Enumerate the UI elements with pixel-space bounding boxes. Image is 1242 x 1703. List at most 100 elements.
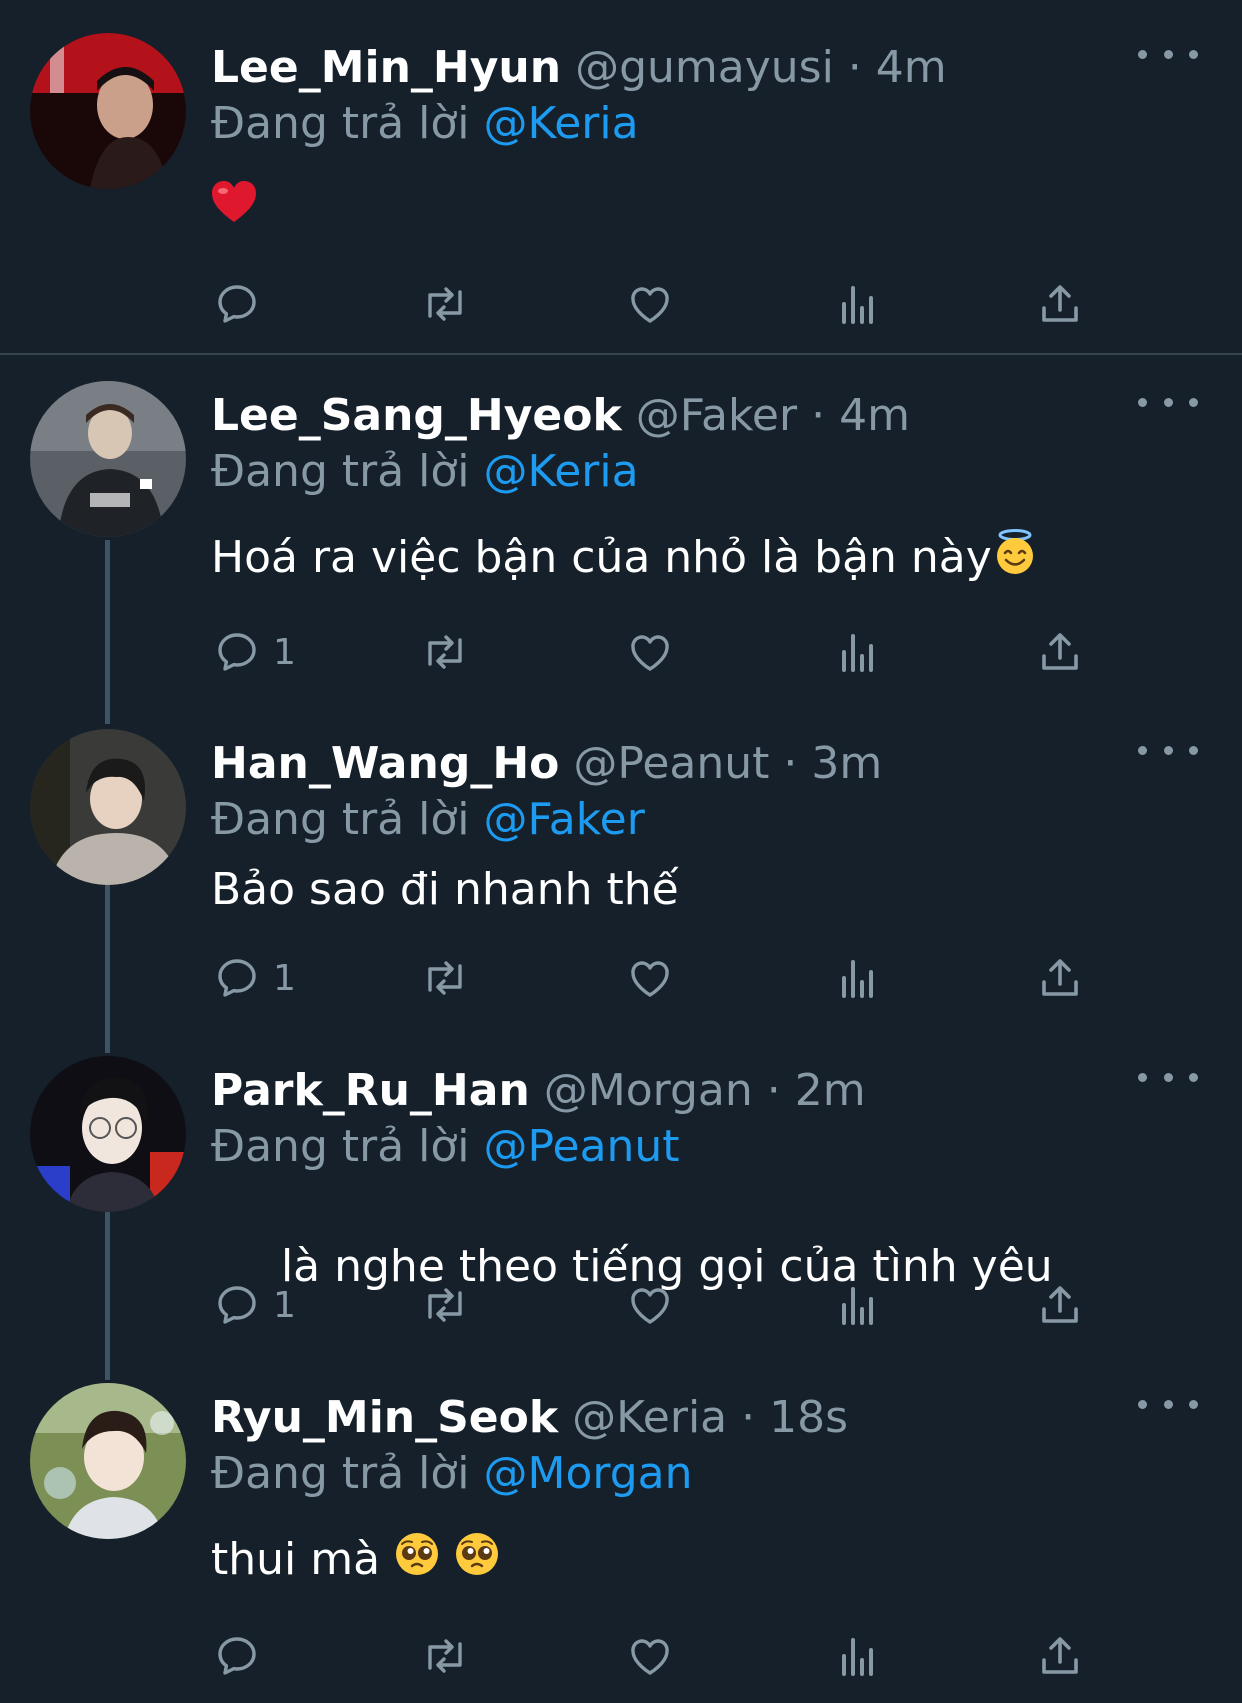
- tweet-header: Ryu_Min_Seok @Keria · 18s: [211, 1392, 849, 1443]
- share-icon: [1042, 959, 1078, 996]
- timestamp[interactable]: 4m: [839, 390, 910, 441]
- tweet-actions: 1: [0, 948, 1242, 1008]
- like-button[interactable]: [626, 1626, 674, 1686]
- reply-button[interactable]: 1: [213, 1275, 296, 1335]
- display-name[interactable]: Lee_Min_Hyun: [211, 42, 561, 93]
- views-icon: [842, 1287, 873, 1325]
- reply-context: Đang trả lời @Keria: [211, 98, 639, 149]
- share-button[interactable]: [1036, 274, 1084, 334]
- user-handle[interactable]: @Faker: [636, 390, 797, 441]
- views-icon: [842, 960, 873, 998]
- retweet-button[interactable]: [418, 1275, 472, 1335]
- avatar[interactable]: [30, 729, 186, 885]
- more-icon[interactable]: [1138, 34, 1198, 74]
- timestamp[interactable]: 3m: [811, 738, 882, 789]
- like-icon: [631, 287, 669, 323]
- reply-button[interactable]: [213, 1626, 273, 1686]
- user-handle[interactable]: @Peanut: [573, 738, 769, 789]
- pleading-face-icon: [394, 1531, 440, 1593]
- reply-button[interactable]: 1: [213, 948, 296, 1008]
- more-icon[interactable]: [1138, 382, 1198, 422]
- avatar[interactable]: [30, 381, 186, 537]
- display-name[interactable]: Han_Wang_Ho: [211, 738, 559, 789]
- reply-context: Đang trả lời @Peanut: [211, 1121, 680, 1172]
- like-icon: [631, 1639, 669, 1675]
- like-icon: [631, 961, 669, 997]
- tweet-actions: 1: [0, 1275, 1242, 1335]
- retweet-icon: [428, 635, 462, 669]
- share-icon: [1042, 1286, 1078, 1323]
- avatar[interactable]: [30, 33, 186, 189]
- display-name[interactable]: Park_Ru_Han: [211, 1065, 530, 1116]
- retweet-icon: [428, 287, 462, 321]
- reply-context: Đang trả lời @Keria: [211, 446, 639, 497]
- tweet-header: Lee_Min_Hyun @gumayusi · 4m: [211, 42, 947, 93]
- like-icon: [631, 1288, 669, 1324]
- share-icon: [1042, 1637, 1078, 1674]
- share-icon: [1042, 285, 1078, 322]
- tweet-text: Hoá ra việc bận của nhỏ là bận này: [211, 528, 1038, 591]
- timestamp[interactable]: 2m: [795, 1065, 866, 1116]
- views-icon: [842, 1638, 873, 1676]
- avatar[interactable]: [30, 1056, 186, 1212]
- comment-icon: [218, 633, 256, 671]
- retweet-icon: [428, 961, 462, 995]
- like-button[interactable]: [626, 274, 674, 334]
- smiling-face-with-halo-icon: [992, 529, 1038, 591]
- views-button[interactable]: [834, 622, 882, 682]
- display-name[interactable]: Lee_Sang_Hyeok: [211, 390, 622, 441]
- share-icon: [1042, 633, 1078, 670]
- tweet-text: thui mà: [211, 1530, 500, 1593]
- display-name[interactable]: Ryu_Min_Seok: [211, 1392, 558, 1443]
- mention-link[interactable]: @Keria: [484, 98, 639, 149]
- views-button[interactable]: [834, 274, 882, 334]
- share-button[interactable]: [1036, 1626, 1084, 1686]
- tweet-actions: [0, 274, 1242, 334]
- share-button[interactable]: [1036, 622, 1084, 682]
- tweet-header: Lee_Sang_Hyeok @Faker · 4m: [211, 390, 910, 441]
- reply-context: Đang trả lời @Morgan: [211, 1448, 693, 1499]
- like-button[interactable]: [626, 948, 674, 1008]
- avatar[interactable]: [30, 1383, 186, 1539]
- red-heart-icon: [211, 180, 257, 240]
- tweet-text: Bảo sao đi nhanh thế: [211, 864, 679, 915]
- mention-link[interactable]: @Keria: [484, 446, 639, 497]
- reply-button[interactable]: [213, 274, 273, 334]
- like-button[interactable]: [626, 622, 674, 682]
- mention-link[interactable]: @Morgan: [484, 1448, 693, 1499]
- pleading-face-icon: [454, 1531, 500, 1593]
- reply-count: 1: [273, 1284, 296, 1326]
- more-icon[interactable]: [1138, 1384, 1198, 1424]
- like-button[interactable]: [626, 1275, 674, 1335]
- timestamp[interactable]: 4m: [876, 42, 947, 93]
- user-handle[interactable]: @Keria: [572, 1392, 727, 1443]
- tweet-divider: [0, 353, 1242, 355]
- share-button[interactable]: [1036, 948, 1084, 1008]
- reply-button[interactable]: 1: [213, 622, 296, 682]
- more-icon[interactable]: [1138, 1057, 1198, 1097]
- mention-link[interactable]: @Faker: [484, 794, 645, 845]
- comment-icon: [218, 285, 256, 323]
- reply-count: 1: [273, 957, 296, 999]
- retweet-button[interactable]: [418, 1626, 472, 1686]
- comment-icon: [218, 1286, 256, 1324]
- views-icon: [842, 286, 873, 324]
- more-icon[interactable]: [1138, 730, 1198, 770]
- views-button[interactable]: [834, 1626, 882, 1686]
- like-icon: [631, 635, 669, 671]
- user-handle[interactable]: @Morgan: [544, 1065, 753, 1116]
- retweet-button[interactable]: [418, 622, 472, 682]
- mention-link[interactable]: @Peanut: [484, 1121, 680, 1172]
- timestamp[interactable]: 18s: [769, 1392, 848, 1443]
- share-button[interactable]: [1036, 1275, 1084, 1335]
- user-handle[interactable]: @gumayusi: [575, 42, 834, 93]
- retweet-button[interactable]: [418, 948, 472, 1008]
- views-icon: [842, 634, 873, 672]
- views-button[interactable]: [834, 948, 882, 1008]
- views-button[interactable]: [834, 1275, 882, 1335]
- tweet-actions: [0, 1626, 1242, 1686]
- comment-icon: [218, 1637, 256, 1675]
- retweet-icon: [428, 1288, 462, 1322]
- tweet-header: Park_Ru_Han @Morgan · 2m: [211, 1065, 866, 1116]
- retweet-button[interactable]: [418, 274, 472, 334]
